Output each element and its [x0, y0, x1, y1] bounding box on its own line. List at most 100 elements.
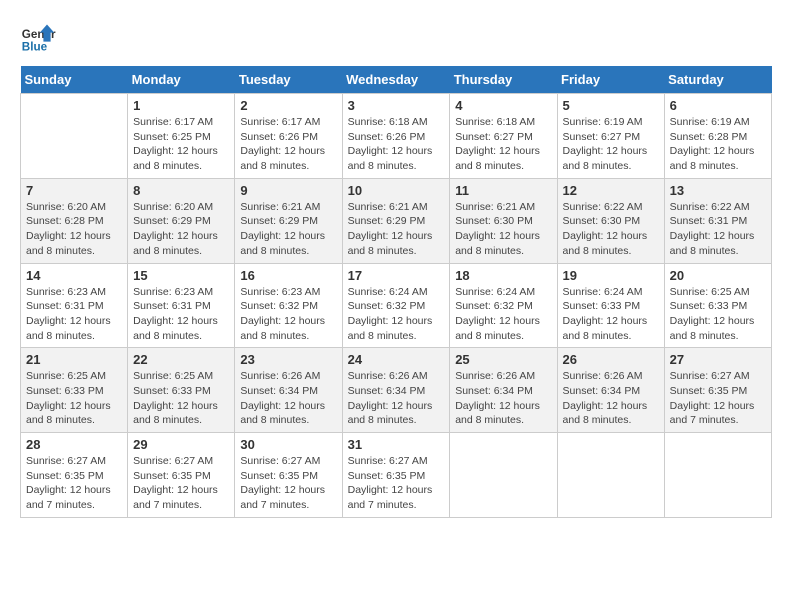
day-info: Sunrise: 6:21 AM Sunset: 6:30 PM Dayligh…	[455, 200, 551, 259]
day-info: Sunrise: 6:27 AM Sunset: 6:35 PM Dayligh…	[670, 369, 766, 428]
day-number: 27	[670, 352, 766, 367]
day-info: Sunrise: 6:23 AM Sunset: 6:32 PM Dayligh…	[240, 285, 336, 344]
day-info: Sunrise: 6:22 AM Sunset: 6:30 PM Dayligh…	[563, 200, 659, 259]
calendar-cell: 24 Sunrise: 6:26 AM Sunset: 6:34 PM Dayli…	[342, 348, 450, 433]
day-number: 30	[240, 437, 336, 452]
column-header-wednesday: Wednesday	[342, 66, 450, 94]
day-info: Sunrise: 6:27 AM Sunset: 6:35 PM Dayligh…	[348, 454, 445, 513]
calendar-table: SundayMondayTuesdayWednesdayThursdayFrid…	[20, 66, 772, 518]
day-number: 4	[455, 98, 551, 113]
day-number: 7	[26, 183, 122, 198]
day-number: 24	[348, 352, 445, 367]
day-number: 8	[133, 183, 229, 198]
page-header: General Blue	[20, 20, 772, 56]
calendar-cell	[450, 433, 557, 518]
logo-icon: General Blue	[20, 20, 56, 56]
day-info: Sunrise: 6:17 AM Sunset: 6:26 PM Dayligh…	[240, 115, 336, 174]
calendar-cell: 16 Sunrise: 6:23 AM Sunset: 6:32 PM Dayli…	[235, 263, 342, 348]
day-info: Sunrise: 6:21 AM Sunset: 6:29 PM Dayligh…	[240, 200, 336, 259]
day-number: 21	[26, 352, 122, 367]
day-info: Sunrise: 6:26 AM Sunset: 6:34 PM Dayligh…	[455, 369, 551, 428]
day-info: Sunrise: 6:25 AM Sunset: 6:33 PM Dayligh…	[670, 285, 766, 344]
column-header-thursday: Thursday	[450, 66, 557, 94]
calendar-cell: 2 Sunrise: 6:17 AM Sunset: 6:26 PM Daylig…	[235, 94, 342, 179]
day-number: 25	[455, 352, 551, 367]
day-info: Sunrise: 6:27 AM Sunset: 6:35 PM Dayligh…	[240, 454, 336, 513]
day-info: Sunrise: 6:17 AM Sunset: 6:25 PM Dayligh…	[133, 115, 229, 174]
calendar-cell: 17Sunrise: 6:24 AM Sunset: 6:32 PM Dayli…	[342, 263, 450, 348]
day-number: 3	[348, 98, 445, 113]
day-number: 23	[240, 352, 336, 367]
day-info: Sunrise: 6:22 AM Sunset: 6:31 PM Dayligh…	[670, 200, 766, 259]
calendar-cell	[664, 433, 771, 518]
day-number: 16	[240, 268, 336, 283]
calendar-cell: 29Sunrise: 6:27 AM Sunset: 6:35 PM Dayli…	[128, 433, 235, 518]
calendar-week-row: 21 Sunrise: 6:25 AM Sunset: 6:33 PM Dayli…	[21, 348, 772, 433]
day-info: Sunrise: 6:24 AM Sunset: 6:33 PM Dayligh…	[563, 285, 659, 344]
day-number: 28	[26, 437, 122, 452]
day-info: Sunrise: 6:23 AM Sunset: 6:31 PM Dayligh…	[26, 285, 122, 344]
calendar-cell: 31 Sunrise: 6:27 AM Sunset: 6:35 PM Dayli…	[342, 433, 450, 518]
calendar-cell: 13 Sunrise: 6:22 AM Sunset: 6:31 PM Dayli…	[664, 178, 771, 263]
day-info: Sunrise: 6:23 AM Sunset: 6:31 PM Dayligh…	[133, 285, 229, 344]
calendar-cell: 8 Sunrise: 6:20 AM Sunset: 6:29 PM Daylig…	[128, 178, 235, 263]
day-info: Sunrise: 6:26 AM Sunset: 6:34 PM Dayligh…	[348, 369, 445, 428]
day-info: Sunrise: 6:25 AM Sunset: 6:33 PM Dayligh…	[133, 369, 229, 428]
day-info: Sunrise: 6:27 AM Sunset: 6:35 PM Dayligh…	[26, 454, 122, 513]
day-info: Sunrise: 6:20 AM Sunset: 6:29 PM Dayligh…	[133, 200, 229, 259]
day-number: 1	[133, 98, 229, 113]
day-info: Sunrise: 6:21 AM Sunset: 6:29 PM Dayligh…	[348, 200, 445, 259]
day-info: Sunrise: 6:18 AM Sunset: 6:26 PM Dayligh…	[348, 115, 445, 174]
calendar-header-row: SundayMondayTuesdayWednesdayThursdayFrid…	[21, 66, 772, 94]
calendar-cell: 11Sunrise: 6:21 AM Sunset: 6:30 PM Dayli…	[450, 178, 557, 263]
calendar-cell: 28 Sunrise: 6:27 AM Sunset: 6:35 PM Dayli…	[21, 433, 128, 518]
day-info: Sunrise: 6:25 AM Sunset: 6:33 PM Dayligh…	[26, 369, 122, 428]
day-info: Sunrise: 6:18 AM Sunset: 6:27 PM Dayligh…	[455, 115, 551, 174]
calendar-cell: 30 Sunrise: 6:27 AM Sunset: 6:35 PM Dayli…	[235, 433, 342, 518]
day-info: Sunrise: 6:24 AM Sunset: 6:32 PM Dayligh…	[455, 285, 551, 344]
calendar-cell: 20 Sunrise: 6:25 AM Sunset: 6:33 PM Dayli…	[664, 263, 771, 348]
day-number: 20	[670, 268, 766, 283]
calendar-cell: 23 Sunrise: 6:26 AM Sunset: 6:34 PM Dayli…	[235, 348, 342, 433]
calendar-week-row: 7Sunrise: 6:20 AM Sunset: 6:28 PM Daylig…	[21, 178, 772, 263]
day-number: 14	[26, 268, 122, 283]
calendar-week-row: 14 Sunrise: 6:23 AM Sunset: 6:31 PM Dayli…	[21, 263, 772, 348]
calendar-cell: 3 Sunrise: 6:18 AM Sunset: 6:26 PM Daylig…	[342, 94, 450, 179]
column-header-tuesday: Tuesday	[235, 66, 342, 94]
column-header-sunday: Sunday	[21, 66, 128, 94]
day-number: 12	[563, 183, 659, 198]
calendar-cell: 18 Sunrise: 6:24 AM Sunset: 6:32 PM Dayli…	[450, 263, 557, 348]
calendar-cell: 27 Sunrise: 6:27 AM Sunset: 6:35 PM Dayli…	[664, 348, 771, 433]
calendar-cell: 21 Sunrise: 6:25 AM Sunset: 6:33 PM Dayli…	[21, 348, 128, 433]
calendar-cell: 9 Sunrise: 6:21 AM Sunset: 6:29 PM Daylig…	[235, 178, 342, 263]
day-number: 31	[348, 437, 445, 452]
day-number: 18	[455, 268, 551, 283]
calendar-cell: 7Sunrise: 6:20 AM Sunset: 6:28 PM Daylig…	[21, 178, 128, 263]
day-number: 13	[670, 183, 766, 198]
calendar-week-row: 1 Sunrise: 6:17 AM Sunset: 6:25 PM Daylig…	[21, 94, 772, 179]
calendar-cell: 4 Sunrise: 6:18 AM Sunset: 6:27 PM Daylig…	[450, 94, 557, 179]
day-info: Sunrise: 6:26 AM Sunset: 6:34 PM Dayligh…	[563, 369, 659, 428]
calendar-cell: 15Sunrise: 6:23 AM Sunset: 6:31 PM Dayli…	[128, 263, 235, 348]
day-number: 10	[348, 183, 445, 198]
calendar-cell	[21, 94, 128, 179]
day-number: 22	[133, 352, 229, 367]
column-header-monday: Monday	[128, 66, 235, 94]
column-header-saturday: Saturday	[664, 66, 771, 94]
day-number: 6	[670, 98, 766, 113]
day-number: 26	[563, 352, 659, 367]
calendar-cell: 19Sunrise: 6:24 AM Sunset: 6:33 PM Dayli…	[557, 263, 664, 348]
day-number: 2	[240, 98, 336, 113]
day-number: 29	[133, 437, 229, 452]
calendar-cell: 12 Sunrise: 6:22 AM Sunset: 6:30 PM Dayli…	[557, 178, 664, 263]
day-info: Sunrise: 6:19 AM Sunset: 6:28 PM Dayligh…	[670, 115, 766, 174]
calendar-cell: 22 Sunrise: 6:25 AM Sunset: 6:33 PM Dayli…	[128, 348, 235, 433]
logo: General Blue	[20, 20, 56, 56]
calendar-cell: 26 Sunrise: 6:26 AM Sunset: 6:34 PM Dayli…	[557, 348, 664, 433]
day-number: 5	[563, 98, 659, 113]
calendar-cell	[557, 433, 664, 518]
day-info: Sunrise: 6:24 AM Sunset: 6:32 PM Dayligh…	[348, 285, 445, 344]
day-number: 9	[240, 183, 336, 198]
day-info: Sunrise: 6:19 AM Sunset: 6:27 PM Dayligh…	[563, 115, 659, 174]
day-info: Sunrise: 6:26 AM Sunset: 6:34 PM Dayligh…	[240, 369, 336, 428]
